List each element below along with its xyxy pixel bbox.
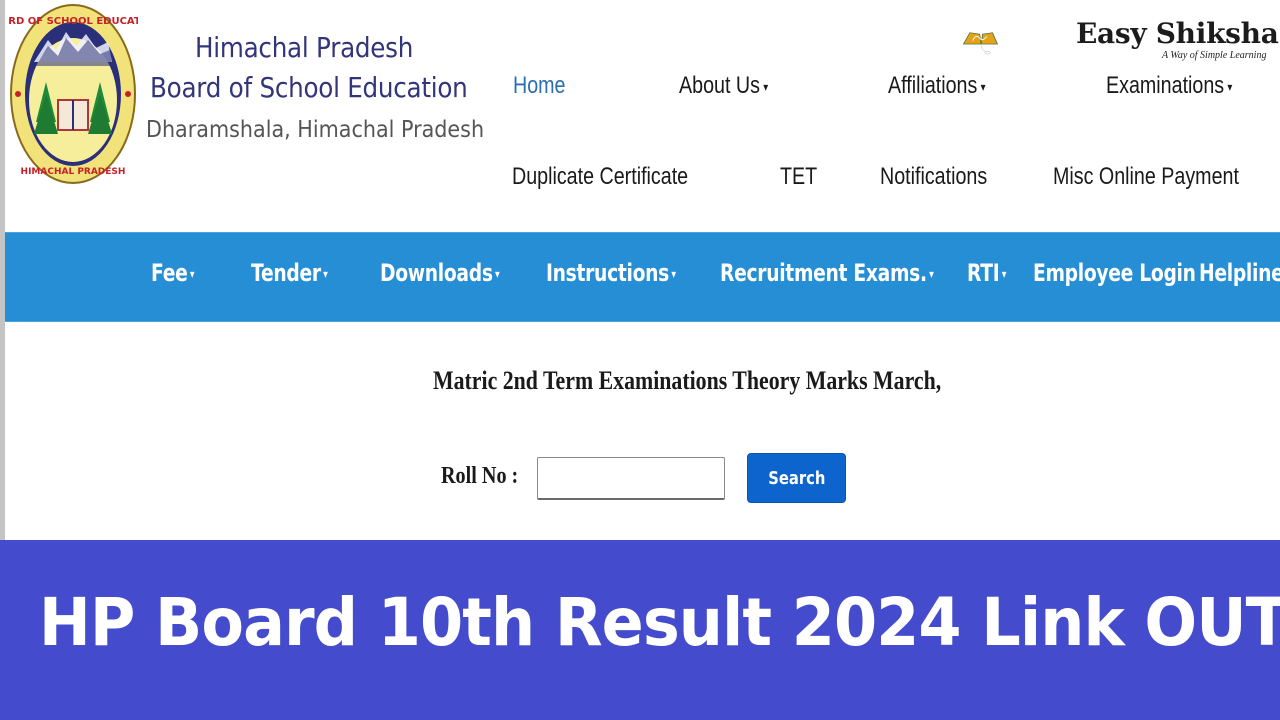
- chevron-down-icon: ▾: [1001, 267, 1007, 281]
- chevron-down-icon: ▾: [495, 267, 500, 281]
- chevron-down-icon: ▾: [929, 267, 934, 281]
- topnav-notifications[interactable]: Notifications: [880, 163, 987, 191]
- logo-ring-bottom-text: HIMACHAL PRADESH: [21, 167, 126, 177]
- nav-employee-login[interactable]: Employee Login: [1033, 259, 1196, 287]
- hpbose-logo: BOARD OF SCHOOL EDUCATION HIMACHAL PRADE…: [8, 4, 138, 184]
- nav-recruitment-exams[interactable]: Recruitment Exams. ▾: [720, 259, 934, 287]
- brand-name: Easy Shiksha: [1076, 17, 1279, 50]
- chevron-down-icon: ▾: [1227, 79, 1233, 94]
- topnav-tet[interactable]: TET: [780, 163, 817, 191]
- topnav-about-us[interactable]: About Us ▾: [679, 72, 768, 100]
- topnav-duplicate-certificate[interactable]: Duplicate Certificate: [512, 163, 688, 191]
- roll-no-label: Roll No :: [441, 463, 519, 489]
- nav-helpline[interactable]: Helpline▾: [1199, 259, 1280, 287]
- topnav-home[interactable]: Home: [513, 72, 566, 100]
- nav-instructions[interactable]: Instructions ▾: [546, 259, 676, 287]
- org-name-line1: Himachal Pradesh: [195, 31, 414, 64]
- nav-downloads[interactable]: Downloads ▾: [380, 259, 500, 287]
- topnav-misc-online-payment[interactable]: Misc Online Payment: [1053, 163, 1239, 191]
- nav-rti[interactable]: RTI ▾: [967, 259, 1006, 287]
- chevron-down-icon: ▾: [671, 267, 676, 281]
- brand-tagline: A Way of Simple Learning: [1162, 50, 1267, 61]
- search-button[interactable]: Search: [747, 453, 846, 503]
- chevron-down-icon: ▾: [189, 267, 195, 281]
- nav-fee[interactable]: Fee ▾: [151, 259, 195, 287]
- chevron-down-icon: ▾: [763, 79, 769, 94]
- org-location: Dharamshala, Himachal Pradesh: [146, 117, 485, 143]
- topnav-affiliations[interactable]: Affiliations ▾: [888, 72, 986, 100]
- book-mouse-logo-icon: [962, 32, 999, 55]
- banner-headline: HP Board 10th Result 2024 Link OUT: [38, 584, 1280, 661]
- nav-tender[interactable]: Tender ▾: [251, 259, 328, 287]
- org-name-line2: Board of School Education: [150, 71, 468, 104]
- chevron-down-icon: ▾: [980, 79, 986, 94]
- topnav-examinations[interactable]: Examinations ▾: [1106, 72, 1232, 100]
- logo-ring-top-text: BOARD OF SCHOOL EDUCATION: [8, 16, 138, 27]
- roll-no-input[interactable]: [537, 457, 725, 500]
- result-heading: Matric 2nd Term Examinations Theory Mark…: [433, 366, 942, 395]
- chevron-down-icon: ▾: [323, 267, 328, 281]
